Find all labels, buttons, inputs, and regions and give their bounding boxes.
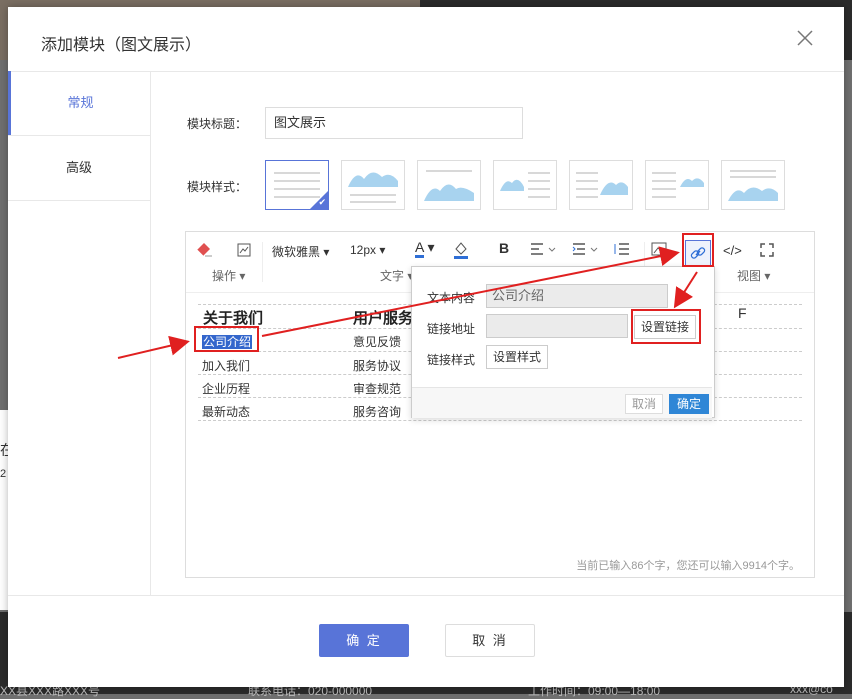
font-size-value: 12px bbox=[350, 243, 377, 257]
view-group-label: 视图 bbox=[737, 269, 762, 283]
column-heading-tail: F bbox=[738, 305, 747, 321]
eraser-icon[interactable] bbox=[194, 240, 214, 258]
close-icon[interactable] bbox=[794, 27, 816, 49]
module-title-label: 模块标题： bbox=[187, 117, 248, 131]
link-url-input[interactable] bbox=[486, 314, 628, 338]
style-option-image-bottom-left[interactable] bbox=[417, 160, 481, 210]
dialog-title: 添加模块（图文展示） bbox=[41, 37, 202, 54]
font-family-value: 微软雅黑 bbox=[272, 245, 321, 259]
list-item[interactable]: 意见反馈 bbox=[353, 333, 401, 350]
annotation-highlight-link-button bbox=[682, 233, 714, 267]
background-side-text-2: 2 bbox=[0, 468, 7, 480]
font-size-select[interactable]: 12px ▾ bbox=[350, 243, 385, 257]
style-option-image-left[interactable] bbox=[493, 160, 557, 210]
module-style-label: 模块样式： bbox=[187, 180, 248, 194]
dialog-sidebar: 常规 高级 bbox=[8, 71, 151, 595]
format-painter-icon[interactable] bbox=[236, 242, 252, 258]
list-item[interactable]: 最新动态 bbox=[202, 403, 250, 420]
link-url-label: 链接地址 bbox=[427, 322, 476, 336]
font-family-select[interactable]: 微软雅黑 ▾ bbox=[272, 243, 329, 260]
toolbar-group-view[interactable]: 视图 ▾ bbox=[737, 267, 770, 284]
confirm-button[interactable]: 确 定 bbox=[319, 624, 409, 657]
dialog-header: 添加模块（图文展示） bbox=[8, 7, 844, 72]
annotation-highlight-set-link bbox=[631, 309, 701, 344]
tab-advanced[interactable]: 高级 bbox=[8, 135, 150, 201]
font-color-icon: A bbox=[415, 239, 424, 258]
list-item[interactable]: 审查规范 bbox=[353, 380, 401, 397]
toolbar-group-text[interactable]: 文字 ▾ bbox=[380, 267, 413, 284]
text-group-label: 文字 bbox=[380, 269, 405, 283]
style-option-image-right[interactable] bbox=[569, 160, 633, 210]
link-popup-footer: 取消 确定 bbox=[412, 387, 712, 418]
image-icon[interactable] bbox=[651, 242, 667, 256]
indent-icon[interactable] bbox=[572, 242, 598, 256]
bold-icon[interactable]: B bbox=[499, 240, 509, 256]
set-style-button[interactable]: 设置样式 bbox=[486, 345, 549, 369]
column-heading-service: 用户服务 bbox=[353, 310, 414, 327]
fullscreen-icon[interactable] bbox=[760, 243, 774, 257]
ops-label: 操作 bbox=[212, 269, 237, 283]
style-option-text-only[interactable]: ✔ bbox=[265, 160, 329, 210]
dialog-footer-divider bbox=[8, 595, 844, 596]
cancel-button[interactable]: 取 消 bbox=[445, 624, 535, 657]
link-text-input[interactable]: 公司介绍 bbox=[486, 284, 668, 308]
font-color-button[interactable]: A ▾ bbox=[415, 239, 435, 258]
toolbar-separator bbox=[262, 242, 263, 282]
table-bottom-border bbox=[198, 420, 802, 421]
add-module-dialog: 添加模块（图文展示） 常规 高级 模块标题： 图文展示 模块样式： ✔ 操作 ▾ bbox=[8, 7, 844, 687]
line-height-icon[interactable] bbox=[614, 242, 630, 256]
style-option-image-top[interactable] bbox=[341, 160, 405, 210]
list-item[interactable]: 服务咨询 bbox=[353, 403, 401, 420]
list-item[interactable]: 服务协议 bbox=[353, 357, 401, 374]
source-code-icon[interactable]: </> bbox=[723, 243, 742, 258]
link-style-label: 链接样式 bbox=[427, 353, 476, 367]
list-item[interactable]: 企业历程 bbox=[202, 380, 250, 397]
module-title-input[interactable]: 图文展示 bbox=[265, 107, 523, 139]
align-icon[interactable] bbox=[530, 242, 556, 256]
link-cancel-button[interactable]: 取消 bbox=[625, 394, 663, 414]
column-heading-about: 关于我们 bbox=[203, 310, 264, 327]
tab-general[interactable]: 常规 bbox=[8, 71, 150, 135]
style-option-image-full[interactable] bbox=[721, 160, 785, 210]
link-ok-button[interactable]: 确定 bbox=[669, 394, 709, 414]
style-option-text-image-right[interactable] bbox=[645, 160, 709, 210]
list-item[interactable]: 加入我们 bbox=[202, 357, 250, 374]
link-text-label: 文本内容 bbox=[427, 291, 476, 305]
annotation-highlight-selected-text bbox=[194, 326, 259, 352]
toolbar-group-ops[interactable]: 操作 ▾ bbox=[212, 267, 245, 284]
fill-color-icon[interactable] bbox=[452, 240, 470, 260]
char-count-status: 当前已输入86个字，您还可以输入9914个字。 bbox=[576, 560, 800, 572]
